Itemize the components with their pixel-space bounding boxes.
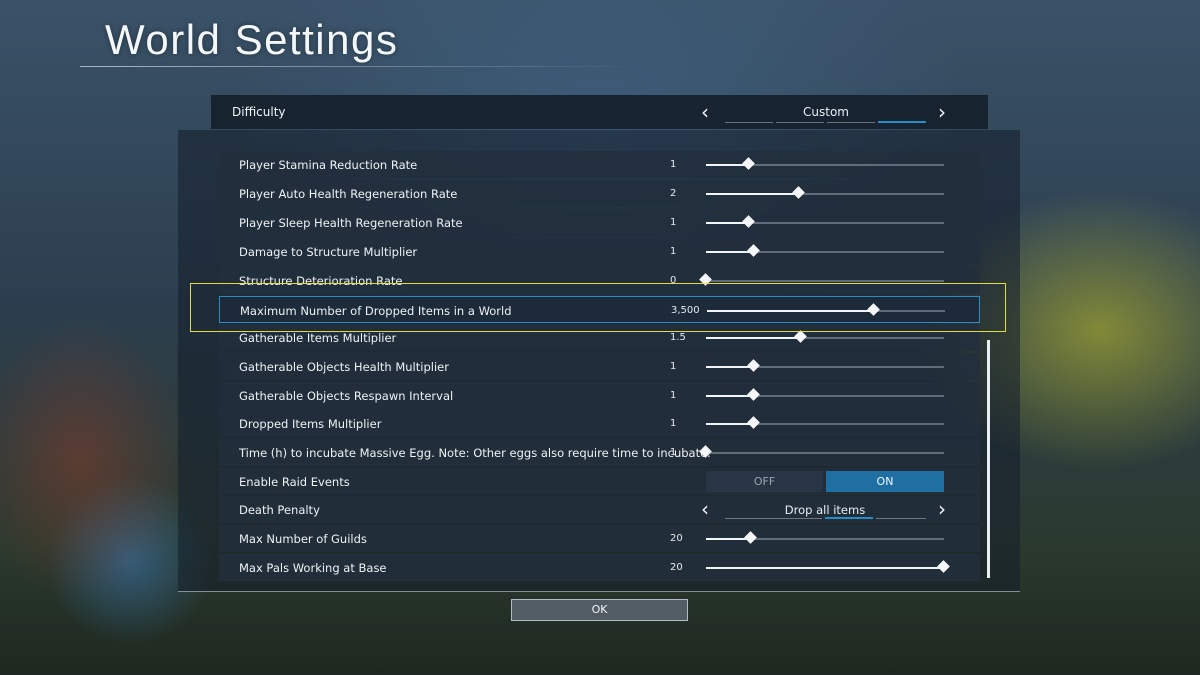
slider-knob[interactable]	[937, 560, 950, 573]
chevron-right-icon[interactable]: ›	[938, 499, 946, 519]
difficulty-selector[interactable]: Difficulty ‹ Custom ›	[211, 95, 988, 129]
setting-row[interactable]: Damage to Structure Multiplier 1	[219, 238, 980, 265]
setting-value: 2	[670, 188, 677, 199]
slider-fill	[706, 366, 754, 368]
title-divider	[80, 66, 640, 67]
difficulty-step	[725, 122, 773, 123]
setting-slider[interactable]	[706, 560, 950, 573]
slider-knob[interactable]	[746, 388, 760, 401]
slider-knob[interactable]	[746, 416, 760, 429]
setting-label: Gatherable Objects Health Multiplier	[239, 360, 449, 374]
setting-slider[interactable]	[706, 359, 944, 372]
setting-row[interactable]: Gatherable Objects Health Multiplier 1	[219, 353, 980, 380]
slider-fill	[706, 193, 799, 195]
difficulty-label: Difficulty	[232, 105, 286, 119]
setting-value: 1	[670, 390, 677, 401]
raid-on-toggle[interactable]: ON	[826, 471, 944, 492]
setting-slider[interactable]	[706, 157, 944, 170]
setting-value: 20	[670, 562, 683, 573]
setting-row-max-pals-base[interactable]: Max Pals Working at Base 20	[219, 554, 980, 581]
setting-label: Enable Raid Events	[239, 475, 350, 489]
setting-label: Player Stamina Reduction Rate	[239, 158, 418, 172]
setting-label: Damage to Structure Multiplier	[239, 245, 418, 259]
setting-label: Player Auto Health Regeneration Rate	[239, 187, 458, 201]
slider-knob[interactable]	[741, 215, 755, 228]
difficulty-step-active	[878, 121, 926, 123]
slider-knob[interactable]	[744, 531, 758, 544]
setting-row-raid-events[interactable]: Enable Raid Events OFF ON	[219, 468, 980, 495]
setting-slider[interactable]	[706, 531, 944, 544]
setting-row-max-guilds[interactable]: Max Number of Guilds 20	[219, 525, 980, 552]
setting-row[interactable]: Player Auto Health Regeneration Rate 2	[219, 180, 980, 207]
setting-value: 1	[670, 447, 677, 458]
highlight-frame	[190, 283, 1006, 332]
setting-slider[interactable]	[706, 330, 944, 343]
setting-label: Gatherable Items Multiplier	[239, 331, 397, 345]
setting-label: Death Penalty	[239, 503, 320, 517]
slider-fill	[706, 337, 802, 339]
slider-fill	[706, 567, 944, 569]
difficulty-value: Custom	[803, 105, 849, 119]
slider-fill	[706, 395, 754, 397]
setting-slider[interactable]	[706, 186, 944, 199]
setting-value: 1	[670, 246, 677, 257]
slider-knob[interactable]	[746, 244, 760, 257]
setting-row-death-penalty[interactable]: Death Penalty ‹ Drop all items ›	[219, 496, 980, 523]
slider-fill	[706, 251, 754, 253]
setting-slider[interactable]	[706, 215, 944, 228]
setting-label: Max Pals Working at Base	[239, 561, 387, 575]
setting-value: 1	[670, 159, 677, 170]
setting-slider[interactable]	[699, 273, 944, 286]
slider-knob[interactable]	[791, 186, 805, 199]
panel-bottom-divider	[178, 591, 1020, 592]
page-title: World Settings	[105, 16, 399, 63]
setting-slider[interactable]	[706, 388, 944, 401]
ok-button[interactable]: OK	[511, 599, 688, 621]
setting-label: Dropped Items Multiplier	[239, 417, 382, 431]
setting-label: Max Number of Guilds	[239, 532, 367, 546]
setting-value: 1	[670, 361, 677, 372]
slider-knob[interactable]	[746, 359, 760, 372]
slider-knob[interactable]	[741, 157, 755, 170]
death-penalty-value: Drop all items	[784, 503, 866, 517]
setting-row[interactable]: Gatherable Objects Respawn Interval 1	[219, 382, 980, 409]
slider-fill	[706, 423, 754, 425]
setting-value: 1	[670, 418, 677, 429]
chevron-left-icon[interactable]: ‹	[701, 102, 709, 122]
setting-label: Gatherable Objects Respawn Interval	[239, 389, 454, 403]
difficulty-step	[827, 122, 875, 123]
death-penalty-step	[876, 518, 926, 519]
setting-value: 20	[670, 533, 683, 544]
difficulty-step	[776, 122, 824, 123]
setting-value: 1.5	[670, 332, 686, 343]
setting-row[interactable]: Player Stamina Reduction Rate 1	[219, 151, 980, 178]
setting-slider[interactable]	[706, 244, 944, 257]
raid-off-toggle[interactable]: OFF	[706, 471, 823, 492]
setting-label: Player Sleep Health Regeneration Rate	[239, 216, 463, 230]
setting-row[interactable]: Dropped Items Multiplier 1	[219, 410, 980, 437]
chevron-left-icon[interactable]: ‹	[701, 499, 709, 519]
setting-row[interactable]: Time (h) to incubate Massive Egg. Note: …	[219, 439, 980, 466]
death-penalty-step-active	[825, 517, 873, 519]
setting-value: 1	[670, 217, 677, 228]
setting-row[interactable]: Player Sleep Health Regeneration Rate 1	[219, 209, 980, 236]
chevron-right-icon[interactable]: ›	[938, 102, 946, 122]
scrollbar[interactable]	[987, 340, 990, 578]
death-penalty-step	[725, 518, 822, 519]
setting-slider[interactable]	[706, 416, 944, 429]
setting-label: Time (h) to incubate Massive Egg. Note: …	[239, 446, 711, 460]
slider-knob[interactable]	[794, 330, 808, 343]
setting-slider[interactable]	[699, 445, 944, 458]
